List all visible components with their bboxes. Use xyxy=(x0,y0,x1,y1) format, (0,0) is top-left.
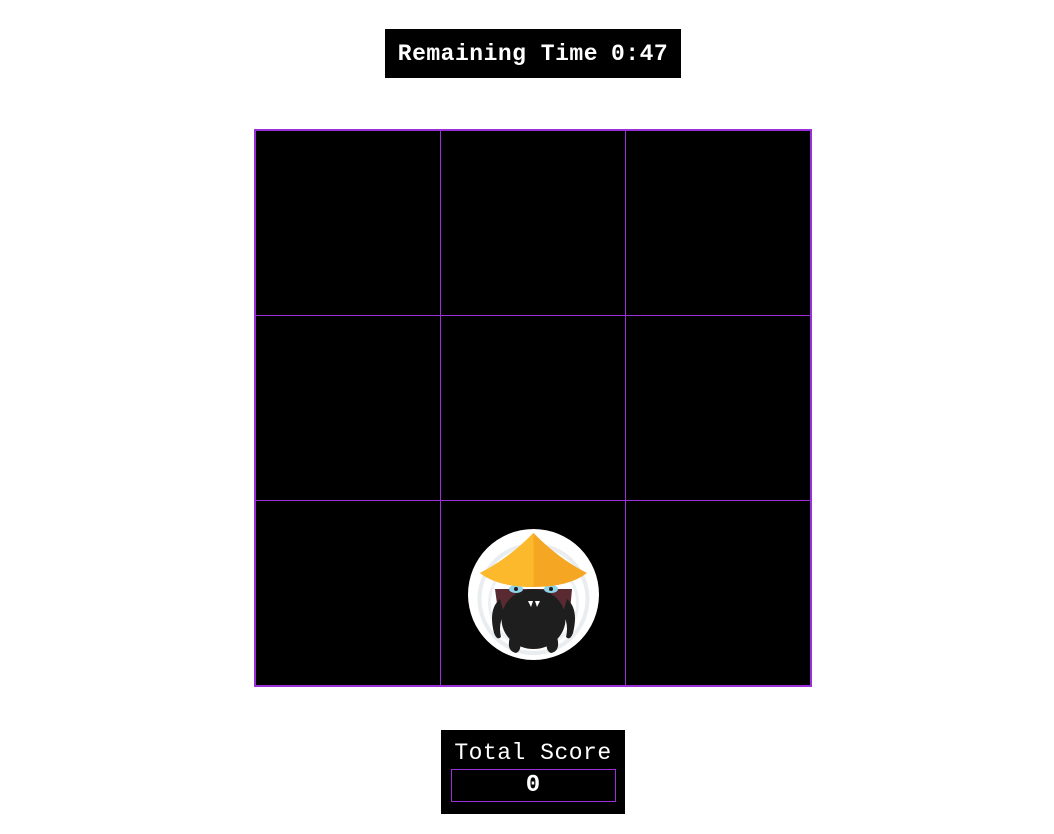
board-cell-8[interactable] xyxy=(439,500,627,687)
board-cell-9[interactable] xyxy=(625,500,812,687)
game-board xyxy=(254,129,812,687)
ninja-mole-icon[interactable] xyxy=(467,529,599,661)
board-cell-4[interactable] xyxy=(254,314,441,502)
board-cell-5[interactable] xyxy=(439,314,627,502)
remaining-time-label: Remaining Time xyxy=(397,40,598,67)
total-score-label: Total Score xyxy=(454,740,612,766)
board-cell-1[interactable] xyxy=(254,129,441,316)
board-cell-2[interactable] xyxy=(439,129,627,316)
total-score-panel: Total Score 0 xyxy=(441,730,625,814)
total-score-value: 0 xyxy=(450,769,616,802)
remaining-time-value: 0:47 xyxy=(611,40,669,67)
remaining-time-display: Remaining Time 0:47 xyxy=(385,29,681,78)
board-cell-7[interactable] xyxy=(254,500,441,687)
board-cell-3[interactable] xyxy=(625,129,812,316)
board-cell-6[interactable] xyxy=(625,314,812,502)
